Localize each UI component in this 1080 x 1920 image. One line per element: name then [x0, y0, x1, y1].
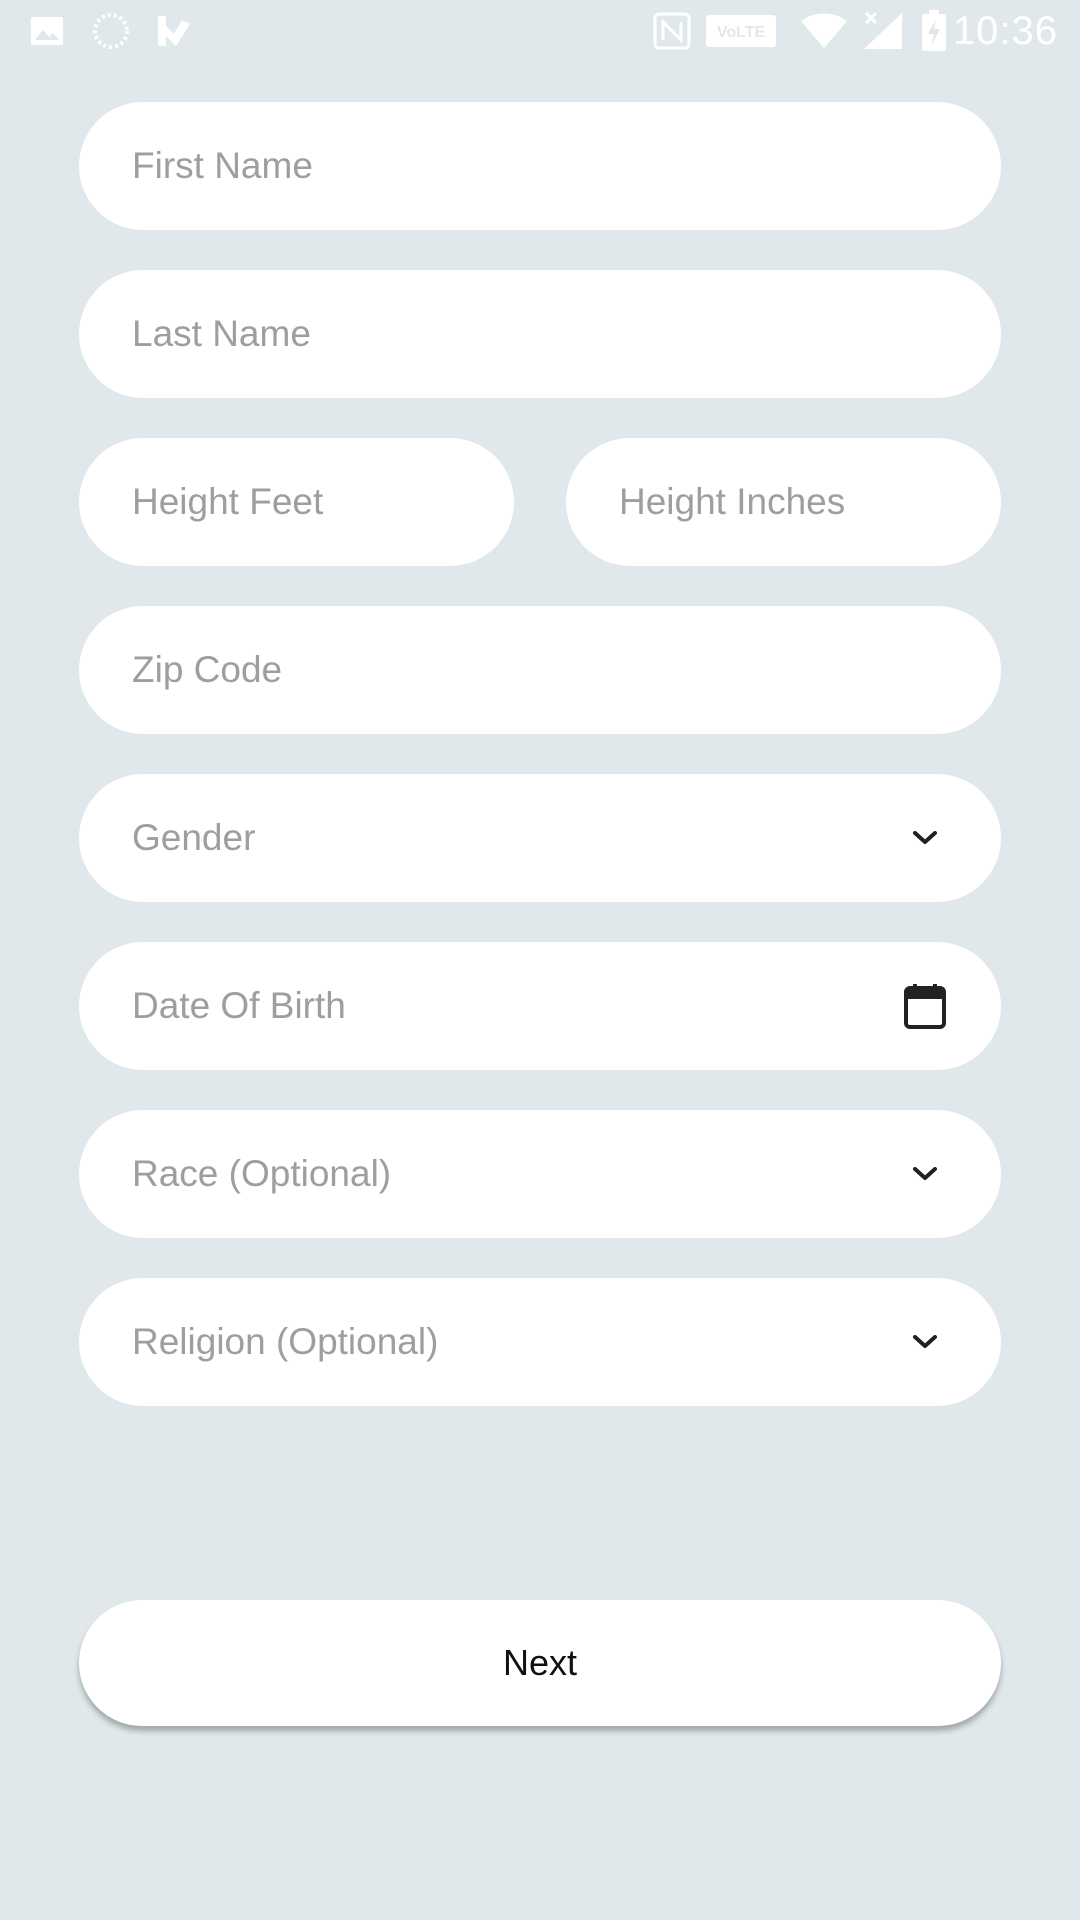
signal-no-data-icon	[862, 0, 904, 62]
image-icon	[30, 0, 64, 62]
religion-dropdown[interactable]: Religion (Optional)	[79, 1278, 1001, 1406]
volte-label: VoLTE	[717, 24, 766, 41]
chevron-down-icon[interactable]	[901, 1318, 949, 1366]
height-inches-field[interactable]	[566, 438, 1001, 566]
zip-code-input[interactable]	[132, 640, 949, 700]
checkmark-flag-icon	[156, 0, 192, 62]
race-dropdown[interactable]: Race (Optional)	[79, 1110, 1001, 1238]
chevron-down-icon[interactable]	[901, 1150, 949, 1198]
status-time: 10:36	[952, 9, 1058, 53]
volte-icon: VoLTE	[705, 0, 777, 62]
next-button[interactable]: Next	[79, 1600, 1001, 1726]
status-bar: VoLTE 10:36	[0, 0, 1080, 62]
last-name-input[interactable]	[132, 304, 949, 364]
calendar-icon[interactable]	[901, 982, 949, 1030]
date-of-birth-field[interactable]: Date Of Birth	[79, 942, 1001, 1070]
first-name-field[interactable]	[79, 102, 1001, 230]
zip-code-field[interactable]	[79, 606, 1001, 734]
gender-label: Gender	[132, 817, 256, 858]
last-name-field[interactable]	[79, 270, 1001, 398]
race-label: Race (Optional)	[132, 1153, 392, 1194]
battery-charging-icon	[920, 0, 948, 62]
religion-label: Religion (Optional)	[132, 1321, 439, 1362]
chevron-down-icon[interactable]	[901, 814, 949, 862]
first-name-input[interactable]	[132, 136, 949, 196]
height-feet-field[interactable]	[79, 438, 514, 566]
nfc-icon	[652, 0, 692, 62]
wifi-icon	[800, 0, 848, 62]
gender-dropdown[interactable]: Gender	[79, 774, 1001, 902]
height-inches-input[interactable]	[619, 472, 949, 532]
date-of-birth-label: Date Of Birth	[132, 985, 346, 1026]
height-feet-input[interactable]	[132, 472, 462, 532]
loading-circle-icon	[92, 0, 130, 62]
